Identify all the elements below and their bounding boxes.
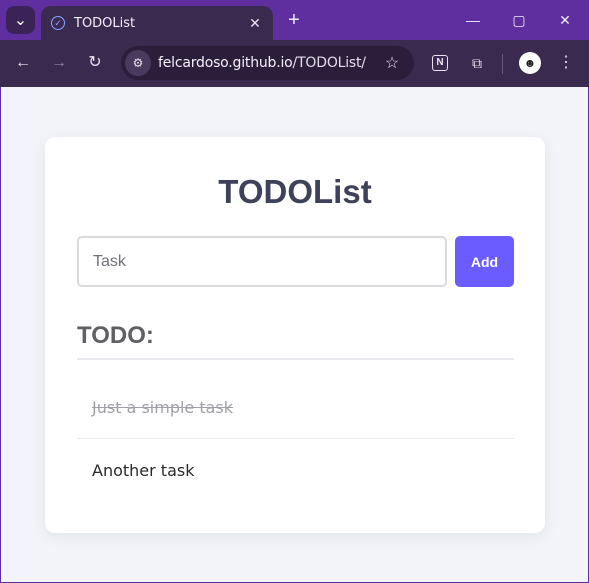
more-vertical-icon[interactable]: ⋮	[556, 51, 576, 75]
arrow-left-icon[interactable]: ←	[11, 51, 35, 75]
page-title: TODOList	[218, 173, 372, 210]
tab-title: TODOList	[74, 15, 136, 31]
tune-icon[interactable]: ⚙	[125, 50, 151, 76]
address-bar[interactable]: ⚙ felcardoso.github.io/TODOList/ ☆	[121, 46, 414, 80]
close-window-icon[interactable]: ✕	[553, 8, 577, 32]
plus-icon[interactable]: +	[283, 9, 305, 31]
tab-strip: ⌄ ✓ TODOList ✕ + — ▢ ✕	[0, 0, 589, 40]
tab-todolist[interactable]: ✓ TODOList ✕	[41, 6, 273, 40]
task-list: Just a simple task Another task	[77, 377, 514, 501]
todo-card: TODOList Add TODO: Just a simple task An…	[45, 137, 545, 533]
add-button[interactable]: Add	[455, 236, 514, 287]
section-title: TODO:	[77, 322, 154, 349]
chevron-down-icon: ⌄	[13, 12, 28, 29]
minimize-icon[interactable]: —	[461, 8, 485, 32]
notion-icon-button[interactable]: N	[429, 52, 451, 74]
browser-toolbar: ← → ↻ ⚙ felcardoso.github.io/TODOList/ ☆…	[0, 40, 589, 87]
reload-icon[interactable]: ↻	[83, 51, 107, 75]
tab-search-button[interactable]: ⌄	[6, 6, 35, 34]
avatar-icon[interactable]: ☻	[519, 52, 541, 74]
star-icon[interactable]: ☆	[380, 53, 404, 73]
maximize-icon[interactable]: ▢	[507, 8, 531, 32]
url-path: /TODOList/	[292, 55, 366, 71]
url-text[interactable]: felcardoso.github.io/TODOList/	[158, 55, 380, 71]
url-host: felcardoso.github.io	[158, 55, 293, 71]
arrow-right-icon[interactable]: →	[47, 51, 71, 75]
puzzle-icon[interactable]: ⧉	[466, 52, 488, 74]
task-item[interactable]: Another task	[77, 439, 514, 501]
check-circle-icon: ✓	[51, 16, 65, 30]
task-input[interactable]	[77, 236, 447, 287]
page-viewport: TODOList Add TODO: Just a simple task An…	[1, 87, 588, 582]
task-item[interactable]: Just a simple task	[77, 377, 514, 439]
close-icon[interactable]: ✕	[247, 15, 263, 32]
divider	[77, 358, 514, 360]
toolbar-divider	[502, 54, 503, 74]
notion-icon: N	[432, 55, 448, 71]
